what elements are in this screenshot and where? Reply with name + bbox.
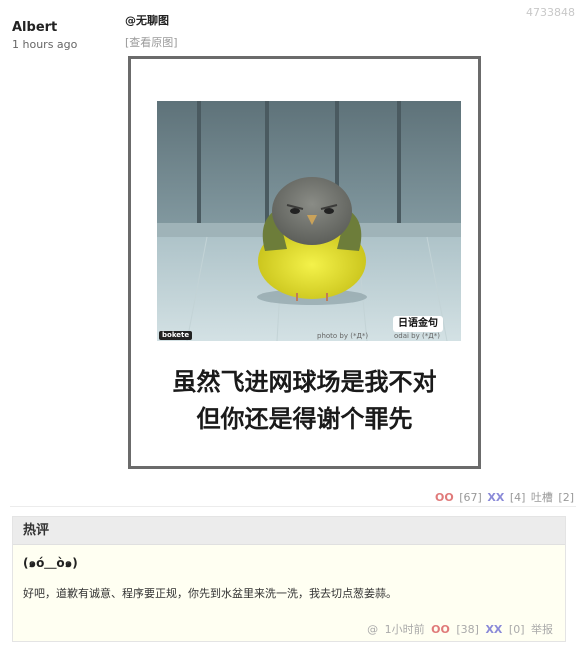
vote-bar: OO [67] XX [4] 吐槽 [2]: [433, 489, 574, 505]
comment-xx-button[interactable]: XX: [485, 623, 502, 636]
comment-oo-count: [38]: [456, 623, 479, 636]
comment-oo-button[interactable]: OO: [431, 623, 450, 636]
author-name: Albert: [12, 20, 58, 35]
photo-credit: photo by (*Д*): [317, 332, 369, 340]
post-time: 1 hours ago: [12, 38, 78, 51]
odai-credit: odai by (*Д*): [394, 332, 440, 340]
view-original-link[interactable]: [查看原图]: [125, 36, 178, 50]
meme-caption-line1: 虽然飞进网球场是我不对: [172, 368, 437, 396]
hot-comments-panel: 热评 (๑ó＿ò๑) 好吧，道歉有诚意、程序要正规，你先到水盆里来洗一洗，我去切…: [12, 516, 566, 642]
post-title: @无聊图: [125, 14, 169, 27]
xx-count: [4]: [509, 491, 526, 504]
tucao-button[interactable]: 吐槽: [531, 491, 553, 504]
meme-image[interactable]: bokete photo by (*Д*) odai by (*Д*) 日语金句…: [128, 56, 481, 469]
watermark-label: 日语金句: [393, 316, 443, 332]
xx-vote-button[interactable]: XX: [487, 491, 504, 504]
comment-time: 1小时前: [384, 623, 425, 636]
oo-count: [67]: [459, 491, 482, 504]
brand-logo: bokete: [159, 331, 193, 340]
hot-comments-header: 热评: [13, 517, 565, 545]
report-button[interactable]: 举报: [531, 623, 553, 636]
divider: [10, 506, 576, 507]
tucao-count: [2]: [558, 491, 574, 504]
meme-caption-line2: 但你还是得谢个罪先: [196, 405, 413, 433]
oo-vote-button[interactable]: OO: [435, 491, 454, 504]
post-id: 4733848: [526, 6, 575, 19]
comment-user: (๑ó＿ò๑): [23, 556, 78, 570]
author-block: Albert 1 hours ago: [12, 20, 77, 52]
post-header: @无聊图 [查看原图]: [125, 14, 178, 50]
comment-at-icon[interactable]: @: [367, 623, 378, 636]
comment-meta: @ 1小时前 OO [38] XX [0] 举报: [364, 621, 553, 637]
comment-text: 好吧，道歉有诚意、程序要正规，你先到水盆里来洗一洗，我去切点葱姜蒜。: [23, 587, 397, 600]
bird-photo: [157, 101, 461, 341]
comment-xx-count: [0]: [508, 623, 525, 636]
